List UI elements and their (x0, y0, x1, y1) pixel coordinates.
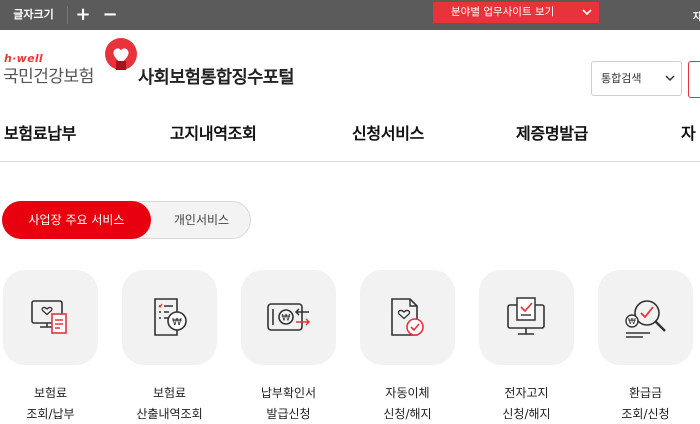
card-won-icon: ₩ (267, 303, 311, 331)
service-label: 보험료 조회/납부 (3, 383, 98, 424)
service-label: 납부확인서 발급신청 (241, 383, 336, 424)
utility-bar: 글자크기 + − 분야별 업무사이트 보기 자 (0, 0, 700, 30)
logo-text[interactable]: 국민건강보험 (3, 62, 94, 87)
service-icon-box: ₩ (241, 270, 336, 365)
service-label-line1: 전자고지 (504, 386, 549, 400)
document-check-icon (391, 298, 424, 336)
search-type-value: 통합검색 (601, 72, 642, 85)
service-label: 자동이체 신청/해지 (360, 383, 455, 424)
service-label: 환급금 조회/신청 (598, 383, 693, 424)
nav-item-partial[interactable]: 자 (681, 120, 696, 144)
service-tabs: 사업장 주요 서비스 개인서비스 (2, 201, 251, 239)
service-card-premium-inquiry[interactable]: 보험료 조회/납부 (3, 270, 98, 424)
service-icon-box (479, 270, 574, 365)
search-type-select[interactable]: 통합검색 (591, 61, 682, 96)
svg-text:₩: ₩ (282, 314, 291, 324)
document-won-icon: ₩ (154, 298, 187, 336)
svg-text:₩: ₩ (172, 317, 182, 328)
service-label-line1: 납부확인서 (260, 386, 317, 400)
chevron-down-icon (665, 62, 675, 109)
monitor-receipt-icon (31, 300, 67, 334)
portal-title[interactable]: 사회보험통합징수포털 (138, 64, 295, 89)
service-label-line1: 보험료 (33, 386, 68, 400)
nav-item-premium-payment[interactable]: 보험료납부 (4, 120, 76, 144)
service-label-line1: 자동이체 (385, 386, 430, 400)
service-card-refund[interactable]: ₩ 환급금 조회/신청 (598, 270, 693, 424)
service-label-line2: 신청/해지 (502, 407, 551, 421)
service-label-line1: 환급금 (628, 386, 663, 400)
font-size-label: 글자크기 (13, 8, 54, 21)
nav-item-application-services[interactable]: 신청서비스 (352, 120, 424, 144)
main-nav: 보험료납부 고지내역조회 신청서비스 제증명발급 자 (0, 110, 700, 162)
service-label-line2: 산출내역조회 (136, 407, 203, 421)
monitor-check-icon (507, 297, 545, 335)
service-label-line2: 신청/해지 (383, 407, 432, 421)
heart-logo-icon (105, 38, 137, 70)
service-label: 전자고지 신청/해지 (479, 383, 574, 424)
magnifier-won-icon: ₩ (625, 300, 666, 338)
tab-business-services[interactable]: 사업장 주요 서비스 (2, 201, 151, 239)
nav-item-notice-history[interactable]: 고지내역조회 (170, 120, 257, 144)
service-icon-box: ₩ (598, 270, 693, 365)
service-card-payment-confirmation[interactable]: ₩ 납부확인서 발급신청 (241, 270, 336, 424)
service-icon-box: ₩ (122, 270, 217, 365)
service-icon-box (360, 270, 455, 365)
service-label-line2: 조회/신청 (621, 407, 670, 421)
nav-item-certificate-issuance[interactable]: 제증명발급 (516, 120, 588, 144)
business-site-dropdown[interactable]: 분야별 업무사이트 보기 (433, 2, 599, 23)
service-label-line2: 조회/납부 (26, 407, 75, 421)
service-card-auto-transfer[interactable]: 자동이체 신청/해지 (360, 270, 455, 424)
svg-text:₩: ₩ (628, 317, 636, 326)
service-card-premium-breakdown[interactable]: ₩ 보험료 산출내역조회 (122, 270, 217, 424)
service-label-line1: 보험료 (152, 386, 187, 400)
service-icon-box (3, 270, 98, 365)
service-label-line2: 발급신청 (266, 407, 311, 421)
chevron-down-icon (582, 5, 592, 28)
font-size-decrease-button[interactable]: − (99, 5, 121, 25)
tab-personal-services[interactable]: 개인서비스 (153, 201, 250, 239)
utility-link-partial[interactable]: 자 (693, 8, 700, 23)
font-size-increase-button[interactable]: + (72, 5, 94, 25)
service-label: 보험료 산출내역조회 (122, 383, 217, 424)
divider (67, 6, 68, 24)
search-input[interactable] (688, 61, 700, 98)
business-site-dropdown-label: 분야별 업무사이트 보기 (451, 6, 555, 18)
service-card-e-notice[interactable]: 전자고지 신청/해지 (479, 270, 574, 424)
